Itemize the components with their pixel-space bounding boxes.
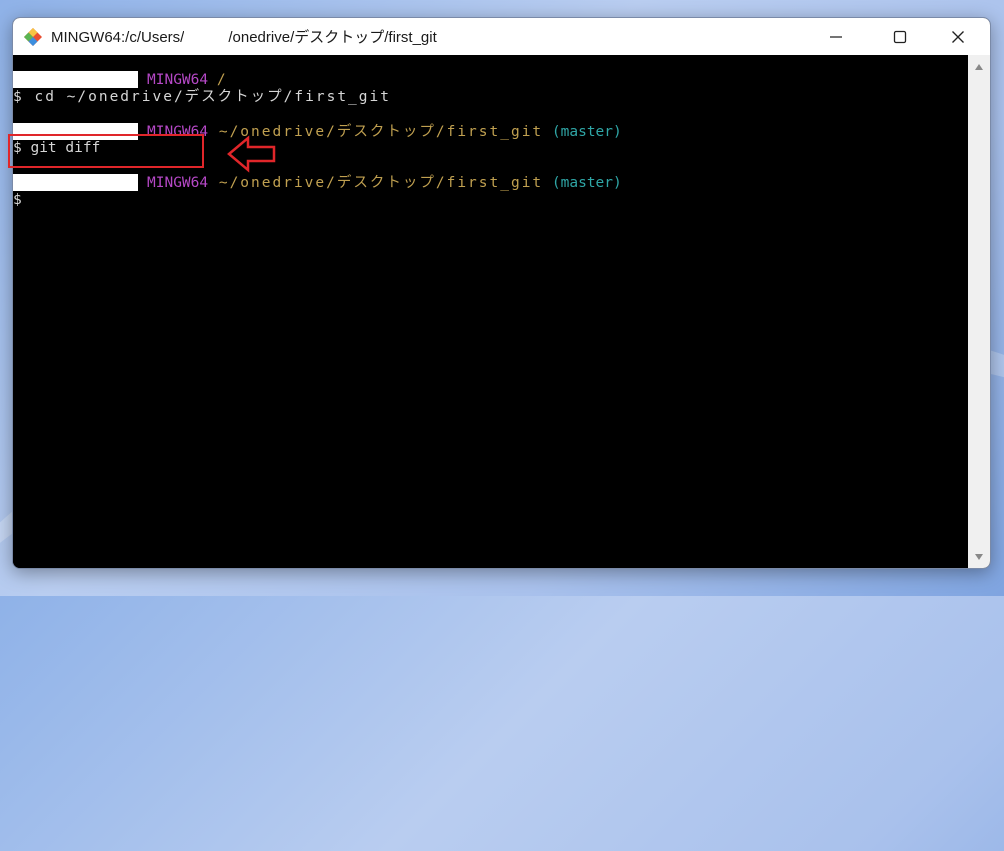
command-line: $ cd ~/onedrive/デスクトップ/first_git (13, 89, 391, 105)
scroll-up-button[interactable] (973, 61, 985, 73)
chevron-down-icon (975, 554, 983, 560)
minimize-icon (830, 35, 842, 38)
close-icon (952, 30, 964, 43)
prompt-line: MINGW64 ~/onedrive/デスクトップ/first_git (mas… (147, 124, 622, 140)
command-line: $ (13, 192, 22, 208)
window-title: MINGW64:/c/Users//onedrive/デスクトップ/first_… (51, 28, 437, 48)
scroll-down-button[interactable] (973, 551, 985, 563)
vertical-scrollbar[interactable] (968, 55, 990, 568)
minimize-button[interactable] (813, 18, 859, 55)
annotation-highlight-box (8, 134, 204, 168)
prompt-line: MINGW64 / (147, 72, 226, 88)
redacted-username (184, 28, 229, 48)
terminal-window: MINGW64:/c/Users//onedrive/デスクトップ/first_… (12, 17, 991, 569)
redacted-user-host (13, 71, 138, 88)
title-bar[interactable]: MINGW64:/c/Users//onedrive/デスクトップ/first_… (13, 18, 990, 55)
redacted-user-host (13, 174, 138, 191)
chevron-up-icon (975, 64, 983, 70)
prompt-line: MINGW64 ~/onedrive/デスクトップ/first_git (mas… (147, 175, 622, 191)
close-button[interactable] (935, 18, 981, 55)
terminal-output[interactable]: MINGW64 / $ cd ~/onedrive/デスクトップ/first_g… (13, 55, 968, 568)
maximize-button[interactable] (877, 18, 923, 55)
git-icon (24, 27, 42, 46)
maximize-icon (893, 30, 907, 43)
arrow-left-icon (227, 135, 276, 173)
